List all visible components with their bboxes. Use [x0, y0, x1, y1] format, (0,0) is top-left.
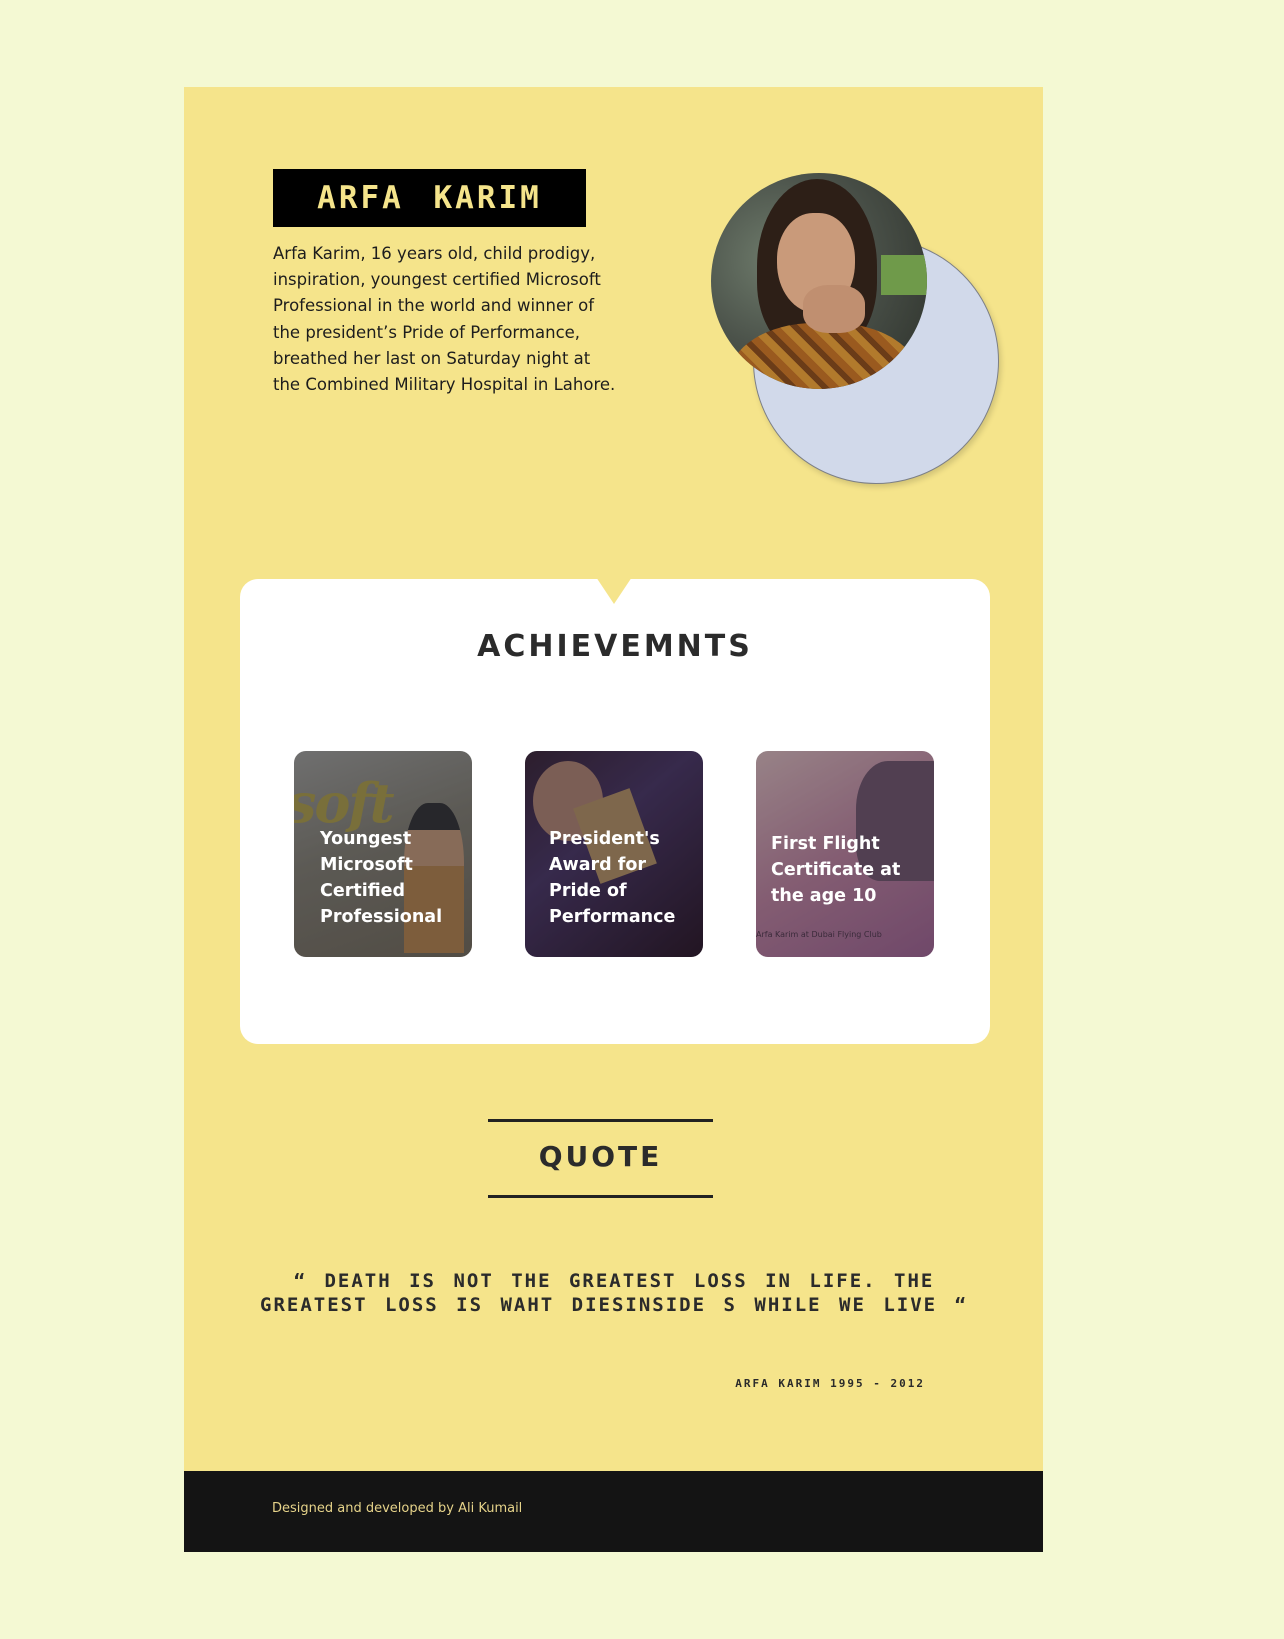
footer: Designed and developed by Ali Kumail — [184, 1471, 1043, 1552]
portrait-background — [881, 255, 927, 295]
achievement-label: First Flight Certificate at the age 10 — [771, 834, 901, 906]
quote-divider-bottom — [488, 1195, 713, 1198]
achievement-tile-flight[interactable]: First Flight Certificate at the age 10 A… — [756, 751, 934, 957]
portrait-hand — [803, 285, 865, 333]
achievement-label: President's Award for Pride of Performan… — [549, 829, 676, 927]
achievements-card: ACHIEVEMNTS soft Youngest Microsoft Cert… — [240, 577, 990, 1044]
name-banner: ARFA KARIM — [273, 169, 586, 227]
quote-heading: QUOTE — [538, 1140, 663, 1173]
achievements-heading: ACHIEVEMNTS — [477, 629, 753, 664]
card-notch — [596, 577, 632, 604]
photo-caption: Arfa Karim at Dubai Flying Club — [756, 930, 882, 939]
profile-page: ARFA KARIM Arfa Karim, 16 years old, chi… — [184, 87, 1043, 1552]
footer-credit: Designed and developed by Ali Kumail — [272, 1501, 523, 1516]
achievement-tile-presidents-award[interactable]: President's Award for Pride of Performan… — [525, 751, 703, 957]
quote-divider-top — [488, 1119, 713, 1122]
achievement-label: Youngest Microsoft Certified Professiona… — [320, 829, 443, 927]
bio-text: Arfa Karim, 16 years old, child prodigy,… — [273, 244, 616, 395]
quote-text: “ DEATH IS NOT THE GREATEST LOSS IN LIFE… — [260, 1270, 968, 1316]
portrait-image — [711, 173, 927, 389]
quote-author: ARFA KARIM 1995 - 2012 — [735, 1377, 925, 1390]
achievement-tile-microsoft[interactable]: soft Youngest Microsoft Certified Profes… — [294, 751, 472, 957]
portrait-shirt — [729, 323, 919, 389]
page-title: ARFA KARIM — [317, 180, 542, 216]
